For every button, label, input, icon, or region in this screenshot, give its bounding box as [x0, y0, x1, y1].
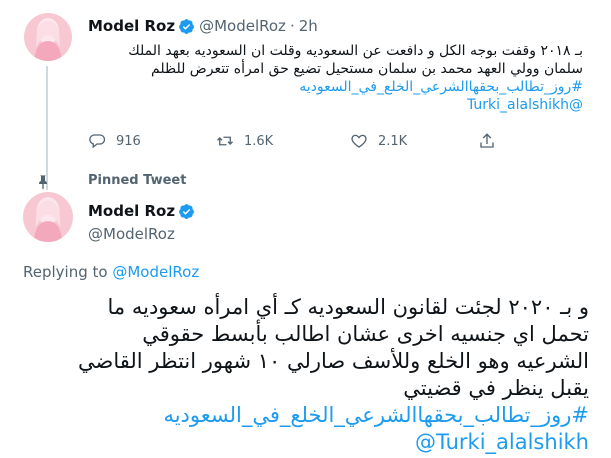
replying-to-link[interactable]: @ModelRoz	[112, 263, 199, 281]
author-handle[interactable]: @ModelRoz	[88, 224, 195, 244]
mention-link[interactable]: @Turki_alalshikh	[415, 429, 589, 456]
replying-to-prefix: Replying to	[23, 263, 108, 281]
replying-to: Replying to @ModelRoz	[23, 263, 199, 281]
reply-icon	[89, 134, 106, 149]
tweet-header: Model Roz @ModelRoz · 2h	[88, 17, 318, 35]
verified-icon	[179, 203, 195, 219]
tweet-text-line: يقبل ينظر في قضيتي	[403, 376, 589, 400]
tweet-text-line: و بـ ٢٠٢٠ لجئت لقانون السعوديه كـ أي امر…	[107, 295, 589, 319]
author-handle[interactable]: @ModelRoz	[199, 17, 286, 35]
thread-line	[46, 66, 48, 190]
tweet-actions: 916 1.6K 2.1K	[88, 132, 538, 152]
tweet-text: و بـ ٢٠٢٠ لجئت لقانون السعوديه كـ أي امر…	[29, 294, 589, 456]
pin-icon	[39, 175, 47, 190]
like-count: 2.1K	[378, 133, 408, 149]
tweet-text-line: الشرعيه وهو الخلع وللأسف صارلي ١٠ شهور ا…	[78, 349, 589, 373]
hashtag-link[interactable]: #روز_تطالب_بحقهاالشرعي_الخلع_في_السعوديه	[83, 78, 583, 96]
tweet-text: بـ ٢٠١٨ وقفت بوجه الكل و دافعت عن السعود…	[83, 42, 583, 114]
retweet-icon	[217, 136, 233, 146]
reply-button[interactable]: 916	[88, 132, 141, 150]
tweet-header: Model Roz @ModelRoz	[88, 201, 195, 244]
author-name[interactable]: Model Roz	[88, 17, 175, 35]
retweet-count: 1.6K	[244, 133, 274, 149]
mention-link[interactable]: @Turki_alalshikh	[83, 96, 583, 114]
reply-count: 916	[116, 133, 141, 149]
hashtag-link[interactable]: #روز_تطالب_بحقهاالشرعي_الخلع_في_السعوديه	[29, 402, 589, 429]
tweet-text-line: تحمل اي جنسيه اخرى عشان اطالب بأبسط حقوق…	[142, 322, 589, 346]
author-name[interactable]: Model Roz	[88, 201, 175, 221]
pinned-tweet-label-text: Pinned Tweet	[88, 173, 187, 188]
share-icon	[480, 133, 494, 148]
tweet-time[interactable]: 2h	[299, 17, 318, 35]
like-icon	[351, 134, 367, 148]
tweet-text-line: سلمان وولي العهد محمد بن سلمان مستحيل تض…	[151, 61, 583, 77]
separator-dot: ·	[289, 17, 295, 35]
pinned-tweet-label: Pinned Tweet	[88, 173, 186, 188]
avatar[interactable]	[23, 192, 73, 242]
tweet-text-line: بـ ٢٠١٨ وقفت بوجه الكل و دافعت عن السعود…	[128, 43, 583, 59]
tweet-previous[interactable]: Model Roz @ModelRoz · 2h بـ ٢٠١٨ وقفت بو…	[0, 0, 611, 197]
retweet-button[interactable]: 1.6K	[216, 132, 273, 150]
verified-icon	[179, 18, 195, 34]
avatar[interactable]	[24, 13, 72, 61]
share-button[interactable]	[478, 132, 506, 150]
like-button[interactable]: 2.1K	[350, 132, 407, 150]
